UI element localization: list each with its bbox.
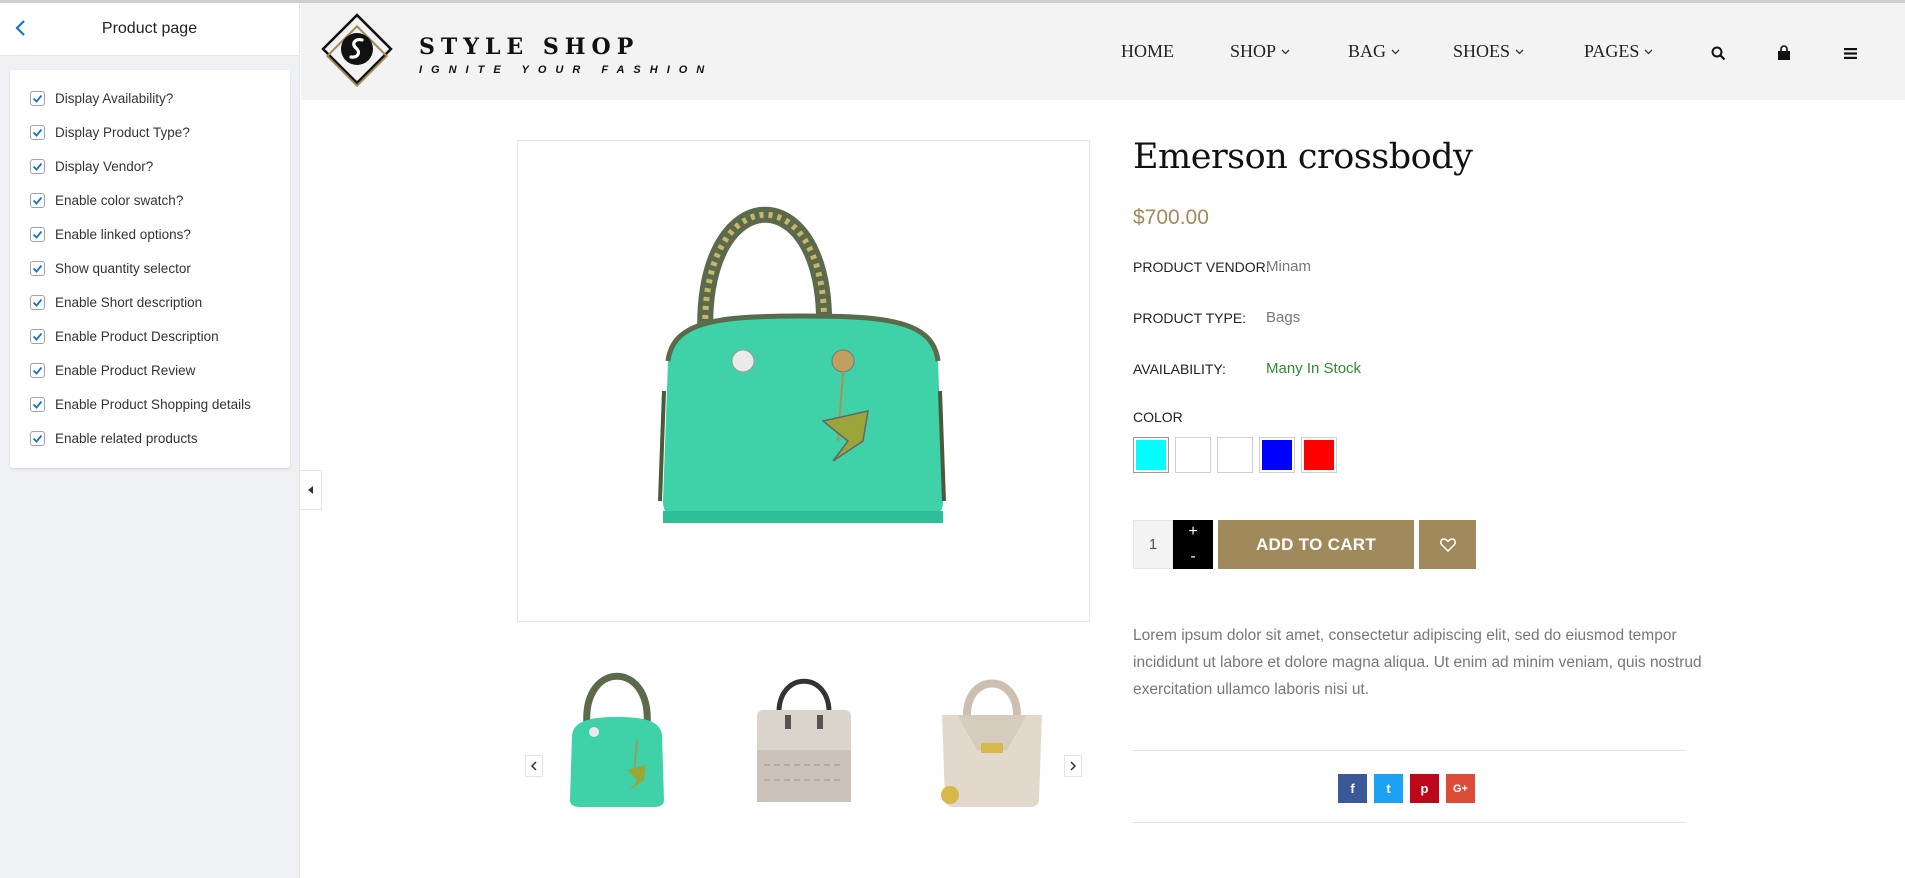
product-thumbnails	[517, 655, 1090, 825]
chevron-down-icon	[1644, 49, 1653, 54]
color-label: COLOR	[1133, 409, 1183, 425]
option-label: Show quantity selector	[55, 260, 191, 276]
nav-shoes[interactable]: SHOES	[1453, 41, 1524, 62]
option-display-product-type[interactable]: Display Product Type?	[10, 115, 290, 149]
option-related-products[interactable]: Enable related products	[10, 421, 290, 455]
divider	[1133, 822, 1686, 823]
thumbnail-grey-bag[interactable]	[729, 655, 879, 815]
option-label: Display Vendor?	[55, 158, 154, 174]
google-plus-icon[interactable]: G+	[1446, 774, 1475, 803]
sidebar-title: Product page	[101, 20, 198, 37]
option-label: Enable Product Shopping details	[55, 396, 251, 412]
checkbox[interactable]	[30, 192, 45, 208]
nav-shop[interactable]: SHOP	[1230, 41, 1290, 62]
nav-home[interactable]: HOME	[1121, 41, 1174, 62]
settings-panel: Display Availability? Display Product Ty…	[10, 70, 290, 468]
thumbnail-beige-bag[interactable]	[917, 655, 1067, 815]
nav-bag[interactable]: BAG	[1348, 41, 1400, 62]
site-header: STYLE SHOP IGNITE YOUR FASHION HOME SHOP…	[301, 3, 1905, 100]
color-swatch-cyan[interactable]	[1133, 437, 1169, 473]
quantity-input[interactable]: 1	[1133, 520, 1173, 569]
logo[interactable]: STYLE SHOP IGNITE YOUR FASHION	[319, 11, 704, 97]
option-short-description[interactable]: Enable Short description	[10, 285, 290, 319]
cart-icon[interactable]	[1774, 43, 1794, 63]
option-product-review[interactable]: Enable Product Review	[10, 353, 290, 387]
brand-tagline: IGNITE YOUR FASHION	[419, 64, 714, 76]
availability-value: Many In Stock	[1266, 360, 1362, 377]
product-main-image[interactable]	[517, 140, 1090, 622]
color-swatch-white-1[interactable]	[1175, 437, 1211, 473]
heart-icon	[1439, 537, 1456, 552]
quantity-stepper: + -	[1173, 520, 1213, 569]
sidebar-header: Product page	[0, 3, 299, 56]
thumbnail-next-arrow-icon[interactable]	[1064, 755, 1082, 777]
option-label: Enable related products	[55, 430, 198, 446]
checkbox[interactable]	[30, 396, 45, 412]
availability-label: AVAILABILITY:	[1133, 361, 1226, 377]
twitter-icon[interactable]: t	[1374, 774, 1403, 803]
option-display-vendor[interactable]: Display Vendor?	[10, 149, 290, 183]
product-price: $700.00	[1133, 206, 1209, 229]
checkbox[interactable]	[30, 226, 45, 242]
logo-mark-icon	[321, 13, 393, 88]
option-display-availability[interactable]: Display Availability?	[10, 81, 290, 115]
option-linked-options[interactable]: Enable linked options?	[10, 217, 290, 251]
nav-pages[interactable]: PAGES	[1584, 41, 1653, 62]
menu-icon[interactable]	[1840, 43, 1860, 63]
nav-label: SHOP	[1230, 41, 1277, 61]
option-color-swatch[interactable]: Enable color swatch?	[10, 183, 290, 217]
theme-settings-sidebar: Product page Display Availability? Displ…	[0, 3, 300, 878]
caret-left-icon	[307, 486, 313, 494]
product-title: Emerson crossbody	[1133, 137, 1473, 177]
checkbox[interactable]	[30, 90, 45, 106]
option-quantity-selector[interactable]: Show quantity selector	[10, 251, 290, 285]
option-shopping-details[interactable]: Enable Product Shopping details	[10, 387, 290, 421]
chevron-down-icon	[1281, 49, 1290, 54]
vendor-label: PRODUCT VENDOR:	[1133, 259, 1270, 275]
type-label: PRODUCT TYPE:	[1133, 310, 1247, 326]
color-swatch-white-2[interactable]	[1217, 437, 1253, 473]
option-label: Enable linked options?	[55, 226, 191, 242]
option-label: Enable Short description	[55, 294, 203, 310]
color-swatch-red[interactable]	[1301, 437, 1337, 473]
option-label: Enable Product Description	[55, 328, 219, 344]
checkbox[interactable]	[30, 328, 45, 344]
chevron-down-icon	[1515, 49, 1524, 54]
chevron-down-icon	[1391, 49, 1400, 54]
nav-label: BAG	[1348, 41, 1387, 61]
facebook-icon[interactable]: f	[1338, 774, 1367, 803]
checkbox[interactable]	[30, 430, 45, 446]
nav-label: PAGES	[1584, 41, 1640, 61]
nav-label: SHOES	[1453, 41, 1511, 61]
teal-handbag-image	[658, 206, 946, 523]
checkbox[interactable]	[30, 362, 45, 378]
checkbox[interactable]	[30, 158, 45, 174]
option-label: Enable Product Review	[55, 362, 196, 378]
quantity-decrease-button[interactable]: -	[1173, 545, 1213, 570]
type-value[interactable]: Bags	[1266, 309, 1300, 326]
option-label: Display Availability?	[55, 90, 174, 106]
checkbox[interactable]	[30, 260, 45, 276]
thumbnail-teal-bag[interactable]	[542, 655, 692, 815]
checkbox[interactable]	[30, 294, 45, 310]
add-to-cart-button[interactable]: ADD TO CART	[1218, 520, 1414, 569]
option-label: Display Product Type?	[55, 124, 190, 140]
checkbox[interactable]	[30, 124, 45, 140]
search-icon[interactable]	[1708, 43, 1728, 63]
quantity-increase-button[interactable]: +	[1173, 520, 1213, 545]
product-short-description: Lorem ipsum dolor sit amet, consectetur …	[1133, 627, 1702, 698]
option-product-description[interactable]: Enable Product Description	[10, 319, 290, 353]
brand-name: STYLE SHOP	[419, 34, 640, 60]
nav-label: HOME	[1121, 41, 1174, 61]
vendor-value[interactable]: Minam	[1266, 258, 1311, 275]
pinterest-icon[interactable]: p	[1410, 774, 1439, 803]
option-label: Enable color swatch?	[55, 192, 184, 208]
thumbnail-prev-arrow-icon[interactable]	[525, 755, 543, 777]
collapse-sidebar-button[interactable]	[300, 470, 322, 510]
color-swatch-blue[interactable]	[1259, 437, 1295, 473]
wishlist-button[interactable]	[1419, 520, 1476, 569]
divider	[1133, 750, 1686, 751]
